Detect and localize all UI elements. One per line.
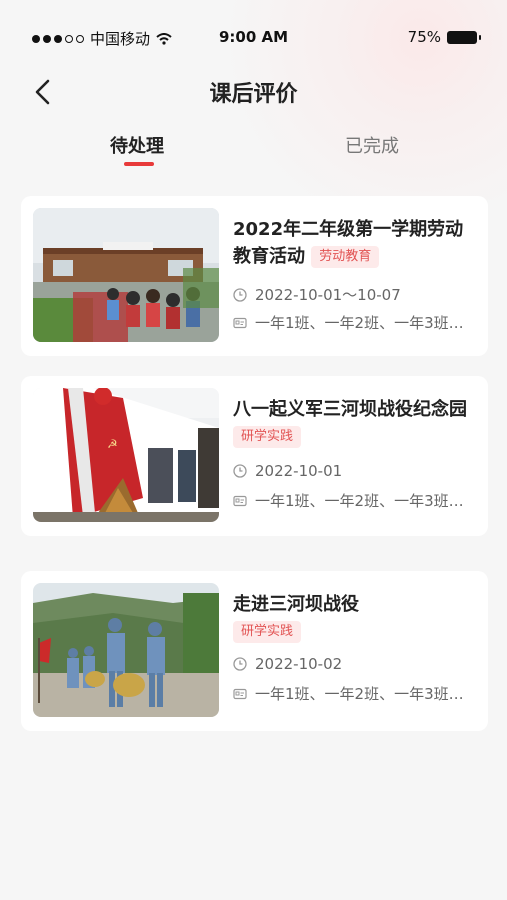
tab-bar: 待处理 已完成	[0, 132, 507, 172]
battery-icon	[447, 30, 481, 44]
activity-image	[33, 208, 219, 342]
activity-title: 八一起义军三河坝战役纪念园 研学实践	[233, 396, 481, 450]
activity-card[interactable]: 走进三河坝战役 研学实践 2022-10-02 一年1班、一年2班、一年3班…	[21, 571, 488, 731]
activity-date-row: 2022-10-01～10-07	[233, 284, 401, 305]
school-entrance-photo-icon	[33, 208, 219, 342]
status-bar: 中国移动 9:00 AM 75%	[0, 0, 507, 72]
activity-date: 2022-10-01～10-07	[255, 286, 401, 304]
tab-completed[interactable]: 已完成	[302, 132, 442, 158]
svg-text:☭: ☭	[107, 437, 118, 451]
memorial-wall-photo-icon: ☭	[33, 388, 219, 522]
battery-group: 75%	[407, 28, 481, 46]
activity-date-row: 2022-10-01	[233, 462, 342, 480]
activity-image	[33, 583, 219, 717]
nav-header: 课后评价	[0, 72, 507, 112]
category-tag: 劳动教育	[311, 246, 380, 268]
page-title: 课后评价	[209, 82, 298, 107]
class-id-card-icon	[233, 688, 247, 699]
activity-date: 2022-10-02	[255, 655, 343, 673]
reenactment-march-photo-icon	[33, 583, 219, 717]
activity-classes: 一年1班、一年2班、一年3班…	[255, 492, 464, 510]
clock-icon	[233, 287, 247, 302]
activity-classes: 一年1班、一年2班、一年3班…	[255, 685, 464, 703]
activity-title: 走进三河坝战役 研学实践	[233, 591, 481, 645]
activity-classes-row: 一年1班、一年2班、一年3班…	[233, 490, 464, 511]
class-id-card-icon	[233, 495, 247, 506]
category-tag: 研学实践	[233, 621, 302, 643]
tab-pending[interactable]: 待处理	[67, 132, 207, 158]
active-tab-indicator	[124, 162, 154, 166]
clock-icon	[233, 464, 247, 478]
activity-image: ☭	[33, 388, 219, 522]
activity-title-text: 走进三河坝战役	[233, 594, 359, 615]
activity-date: 2022-10-01	[255, 462, 343, 480]
battery-percentage: 75%	[407, 28, 441, 46]
activity-card[interactable]: 2022年二年级第一学期劳动教育活动 劳动教育 2022-10-01～10-07…	[21, 196, 488, 356]
class-id-card-icon	[233, 317, 247, 328]
activity-title-text: 八一起义军三河坝战役纪念园	[233, 399, 467, 420]
category-tag: 研学实践	[233, 426, 302, 448]
activity-classes: 一年1班、一年2班、一年3班…	[255, 314, 464, 332]
activity-classes-row: 一年1班、一年2班、一年3班…	[233, 683, 464, 704]
activity-date-row: 2022-10-02	[233, 655, 342, 673]
activity-card[interactable]: ☭ 八一起义军三河坝战役纪念园 研学实践 2022-10-01 一年1班、一年2…	[21, 376, 488, 536]
activity-classes-row: 一年1班、一年2班、一年3班…	[233, 312, 464, 333]
activity-title: 2022年二年级第一学期劳动教育活动 劳动教育	[233, 216, 481, 270]
clock-icon	[233, 657, 247, 671]
